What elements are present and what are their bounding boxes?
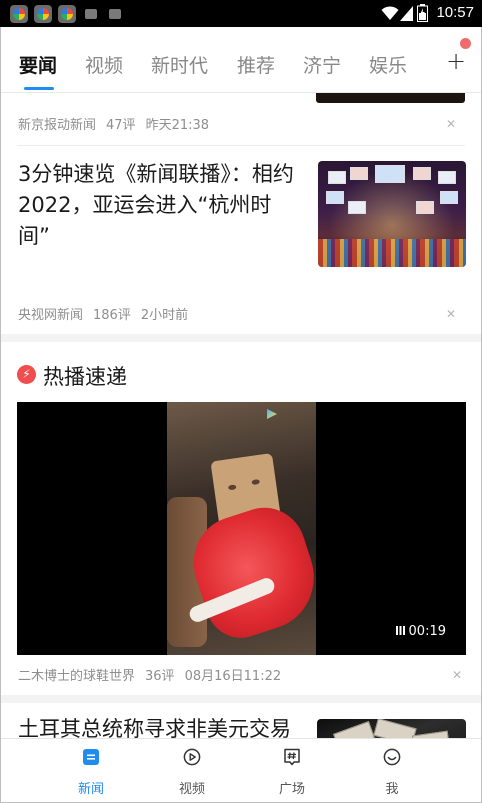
app-notification-icon xyxy=(58,5,76,23)
news-title[interactable]: 土耳其总统称寻求非美元交易 欲打破美元垄断地位 xyxy=(18,714,306,738)
tab-jining[interactable]: 济宁 xyxy=(303,51,341,78)
tab-video[interactable]: 视频 xyxy=(85,51,123,78)
divider xyxy=(17,145,465,146)
channel-tabs: 要闻 视频 新时代 推荐 济宁 娱乐 + xyxy=(1,27,481,93)
dismiss-icon[interactable]: ✕ xyxy=(446,307,456,321)
news-thumbnail[interactable] xyxy=(318,161,466,267)
tab-new-era[interactable]: 新时代 xyxy=(151,51,208,78)
nav-news[interactable]: 新闻 xyxy=(43,739,139,802)
notification-dot xyxy=(460,38,471,49)
nav-square[interactable]: 广场 xyxy=(244,739,340,802)
tab-recommend[interactable]: 推荐 xyxy=(237,51,275,78)
news-title[interactable]: 3分钟速览《新闻联播》：相约2022，亚运会进入“杭州时间” xyxy=(18,159,296,252)
comment-count: 36评 xyxy=(145,669,175,684)
tab-yaowen[interactable]: 要闻 xyxy=(19,51,57,78)
audio-bars-icon xyxy=(395,626,405,635)
battery-icon xyxy=(417,4,428,22)
video-duration: 00:19 xyxy=(395,624,446,639)
bottom-navigation: 新闻 视频 广场 我 xyxy=(1,738,481,802)
news-source: 二木博士的球鞋世界 xyxy=(18,669,136,684)
smile-icon xyxy=(383,748,401,766)
app-notification-icon xyxy=(10,5,28,23)
notification-icon xyxy=(109,9,121,19)
section-gap xyxy=(1,695,481,703)
section-gap xyxy=(1,334,481,342)
dismiss-icon[interactable]: ✕ xyxy=(446,117,456,131)
status-bar: 10:57 xyxy=(0,0,482,27)
section-title: 热播速递 xyxy=(43,365,127,389)
tab-entertainment[interactable]: 娱乐 xyxy=(369,51,407,78)
active-tab-indicator xyxy=(24,87,54,90)
nav-label: 我 xyxy=(385,782,399,797)
hashtag-icon xyxy=(284,748,300,766)
publish-time: 昨天21:38 xyxy=(145,118,210,133)
nav-label: 广场 xyxy=(278,782,305,797)
news-icon xyxy=(83,749,99,765)
app-notification-icon xyxy=(34,5,52,23)
play-icon xyxy=(183,748,201,766)
comment-count: 186评 xyxy=(93,308,131,323)
notification-icon xyxy=(85,9,97,19)
news-source: 新京报动新闻 xyxy=(18,118,97,133)
news-meta: 新京报动新闻 47评 昨天21:38 xyxy=(18,114,219,133)
app-window: 要闻 视频 新时代 推荐 济宁 娱乐 + 新京报动新闻 47评 昨天21:38 ✕ … xyxy=(0,27,482,803)
news-meta: 二木博士的球鞋世界 36评 08月16日11:22 xyxy=(18,665,291,684)
news-feed[interactable]: 新京报动新闻 47评 昨天21:38 ✕ 3分钟速览《新闻联播》：相约2022，亚运… xyxy=(1,93,481,738)
add-channel-button[interactable]: + xyxy=(446,47,466,75)
comment-count: 47评 xyxy=(106,118,136,133)
video-player[interactable]: 00:19 xyxy=(17,402,466,655)
news-thumbnail[interactable] xyxy=(317,719,466,738)
signal-icon xyxy=(400,6,413,21)
video-watermark xyxy=(267,409,280,419)
nav-me[interactable]: 我 xyxy=(344,739,440,802)
clock: 10:57 xyxy=(436,4,474,21)
watermark-logo-icon xyxy=(267,409,277,419)
wifi-icon xyxy=(381,6,399,20)
video-frame xyxy=(167,402,316,655)
news-thumbnail[interactable] xyxy=(316,93,465,103)
lightning-icon: ⚡ xyxy=(17,365,36,384)
news-meta: 央视网新闻 186评 2小时前 xyxy=(18,304,198,323)
dismiss-icon[interactable]: ✕ xyxy=(452,668,462,682)
nav-video[interactable]: 视频 xyxy=(144,739,240,802)
publish-time: 08月16日11:22 xyxy=(184,669,282,684)
nav-label: 新闻 xyxy=(77,782,104,797)
publish-time: 2小时前 xyxy=(140,308,189,323)
news-source: 央视网新闻 xyxy=(18,308,84,323)
nav-label: 视频 xyxy=(178,782,205,797)
